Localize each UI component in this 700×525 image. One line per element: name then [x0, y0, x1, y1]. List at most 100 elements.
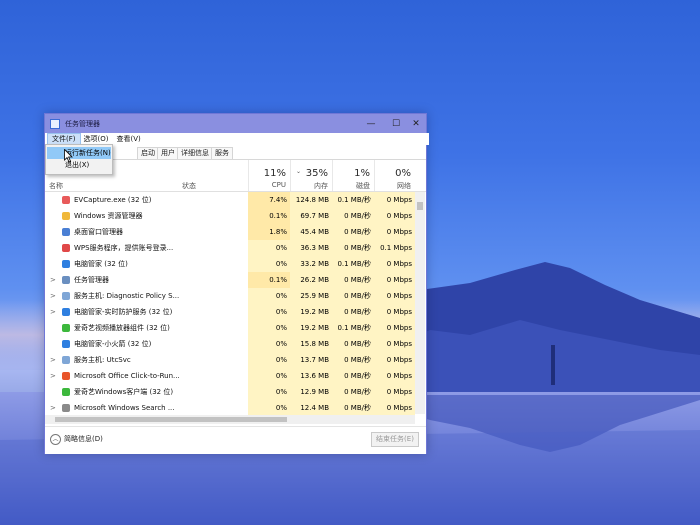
memory-cell: 15.8 MB	[290, 336, 332, 352]
disk-cell: 0.1 MB/秒	[332, 192, 374, 208]
network-cell: 0 Mbps	[374, 368, 415, 384]
end-task-button[interactable]: 结束任务(E)	[371, 432, 419, 447]
task-manager-icon	[62, 276, 70, 284]
tab-details[interactable]: 详细信息	[177, 147, 213, 159]
close-button[interactable]: ✕	[404, 114, 428, 133]
memory-cell: 13.6 MB	[290, 368, 332, 384]
disk-cell: 0 MB/秒	[332, 208, 374, 224]
column-disk[interactable]: 1% 磁盘	[332, 160, 374, 191]
network-cell: 0 Mbps	[374, 400, 415, 415]
process-row[interactable]: > 服务主机: Diagnostic Policy S... 0% 25.9 MB 0 …	[45, 288, 415, 304]
disk-cell: 0.1 MB/秒	[332, 320, 374, 336]
cpu-cell: 0%	[248, 240, 290, 256]
process-row[interactable]: > Microsoft Office Click-to-Run... 0% 13.6 …	[45, 368, 415, 384]
mouse-pointer-icon	[64, 149, 73, 163]
pc-manager-shield-icon	[62, 308, 70, 316]
process-row[interactable]: 爱奇艺视频播放器组件 (32 位) 0% 19.2 MB 0.1 MB/秒 0 Mbps	[45, 320, 415, 336]
memory-cell: 33.2 MB	[290, 256, 332, 272]
horizontal-scrollbar[interactable]	[45, 415, 415, 424]
cpu-cell: 0%	[248, 288, 290, 304]
tab-services[interactable]: 服务	[211, 147, 233, 159]
title-bar[interactable]: 任务管理器 — ☐ ✕	[45, 114, 426, 133]
windows-search-icon	[62, 404, 70, 412]
cpu-cell: 0.1%	[248, 208, 290, 224]
pc-manager-rocket-icon	[62, 340, 70, 348]
cpu-cell: 0%	[248, 320, 290, 336]
process-name: 电脑管家-小火箭 (32 位)	[74, 340, 152, 348]
office-icon	[62, 372, 70, 380]
network-cell: 0 Mbps	[374, 384, 415, 400]
collapse-chevron-icon[interactable]: ︿	[50, 434, 61, 445]
cpu-cell: 0%	[248, 256, 290, 272]
network-cell: 0 Mbps	[374, 336, 415, 352]
minimize-button[interactable]: —	[359, 114, 383, 133]
memory-cell: 69.7 MB	[290, 208, 332, 224]
less-details-link[interactable]: 简略信息(D)	[64, 434, 103, 445]
column-network[interactable]: 0% 网络	[374, 160, 415, 191]
expand-chevron-icon[interactable]: >	[50, 352, 56, 368]
memory-label: 内存	[314, 182, 328, 190]
process-row[interactable]: > Microsoft Windows Search ... 0% 12.4 MB 0 …	[45, 400, 415, 415]
process-name: 服务主机: UtcSvc	[74, 356, 131, 364]
dwm-icon	[62, 228, 70, 236]
expand-chevron-icon[interactable]: >	[50, 288, 56, 304]
column-status[interactable]: 状态	[182, 181, 196, 191]
file-menu-dropdown: 运行新任务(N) 退出(X)	[45, 144, 113, 175]
disk-cell: 0.1 MB/秒	[332, 256, 374, 272]
process-row[interactable]: EVCapture.exe (32 位) 7.4% 124.8 MB 0.1 MB/秒…	[45, 192, 415, 208]
disk-cell: 0 MB/秒	[332, 304, 374, 320]
process-row[interactable]: 爱奇艺Windows客户端 (32 位) 0% 12.9 MB 0 MB/秒 0 Mbp…	[45, 384, 415, 400]
memory-cell: 12.9 MB	[290, 384, 332, 400]
sort-down-icon: ⌄	[296, 168, 302, 175]
disk-cell: 0 MB/秒	[332, 336, 374, 352]
process-name: 任务管理器	[74, 276, 109, 284]
menu-exit[interactable]: 退出(X)	[47, 159, 111, 171]
column-memory[interactable]: ⌄ 35% 内存	[290, 160, 332, 191]
memory-cell: 36.3 MB	[290, 240, 332, 256]
process-row[interactable]: 桌面窗口管理器 1.8% 45.4 MB 0 MB/秒 0 Mbps	[45, 224, 415, 240]
cpu-label: CPU	[271, 181, 286, 189]
process-row[interactable]: > 任务管理器 0.1% 26.2 MB 0 MB/秒 0 Mbps	[45, 272, 415, 288]
menu-run-new-task[interactable]: 运行新任务(N)	[47, 147, 111, 159]
tab-startup[interactable]: 启动	[137, 147, 159, 159]
process-name: 电脑管家 (32 位)	[74, 260, 128, 268]
memory-cell: 45.4 MB	[290, 224, 332, 240]
evcapture-icon	[62, 196, 70, 204]
process-row[interactable]: > 电脑管家-实时防护服务 (32 位) 0% 19.2 MB 0 MB/秒 0 Mbps	[45, 304, 415, 320]
process-row[interactable]: > 服务主机: UtcSvc 0% 13.7 MB 0 MB/秒 0 Mbps	[45, 352, 415, 368]
process-row[interactable]: 电脑管家-小火箭 (32 位) 0% 15.8 MB 0 MB/秒 0 Mbps	[45, 336, 415, 352]
tab-users[interactable]: 用户	[157, 147, 179, 159]
cpu-cell: 0%	[248, 400, 290, 415]
cpu-cell: 0.1%	[248, 272, 290, 288]
process-name: Microsoft Office Click-to-Run...	[74, 372, 180, 380]
network-cell: 0 Mbps	[374, 288, 415, 304]
process-name: 服务主机: Diagnostic Policy S...	[74, 292, 180, 300]
disk-percent: 1%	[354, 168, 370, 179]
memory-cell: 12.4 MB	[290, 400, 332, 415]
cpu-cell: 0%	[248, 304, 290, 320]
cpu-cell: 1.8%	[248, 224, 290, 240]
menu-file[interactable]: 文件(F)	[47, 132, 81, 146]
service-host-icon	[62, 292, 70, 300]
process-row[interactable]: 电脑管家 (32 位) 0% 33.2 MB 0.1 MB/秒 0 Mbps	[45, 256, 415, 272]
vertical-scrollbar[interactable]	[415, 192, 425, 414]
pc-manager-icon	[62, 260, 70, 268]
vertical-scroll-thumb[interactable]	[417, 202, 423, 210]
iqiyi-icon	[62, 324, 70, 332]
horizontal-scroll-thumb[interactable]	[55, 417, 287, 422]
process-list: EVCapture.exe (32 位) 7.4% 124.8 MB 0.1 MB/秒…	[45, 192, 415, 415]
expand-chevron-icon[interactable]: >	[50, 304, 56, 320]
column-name[interactable]: 名称	[49, 181, 63, 191]
column-cpu[interactable]: 11% CPU	[248, 160, 290, 191]
expand-chevron-icon[interactable]: >	[50, 368, 56, 384]
expand-chevron-icon[interactable]: >	[50, 400, 56, 415]
menu-options[interactable]: 选项(O)	[80, 134, 113, 145]
expand-chevron-icon[interactable]: >	[50, 272, 56, 288]
process-row[interactable]: Windows 资源管理器 0.1% 69.7 MB 0 MB/秒 0 Mbps	[45, 208, 415, 224]
network-cell: 0 Mbps	[374, 304, 415, 320]
network-cell: 0 Mbps	[374, 320, 415, 336]
menu-view[interactable]: 查看(V)	[112, 134, 144, 145]
disk-label: 磁盘	[356, 182, 370, 190]
process-row[interactable]: WPS服务程序，提供账号登录... 0% 36.3 MB 0 MB/秒 0.1 Mbps	[45, 240, 415, 256]
network-cell: 0 Mbps	[374, 256, 415, 272]
